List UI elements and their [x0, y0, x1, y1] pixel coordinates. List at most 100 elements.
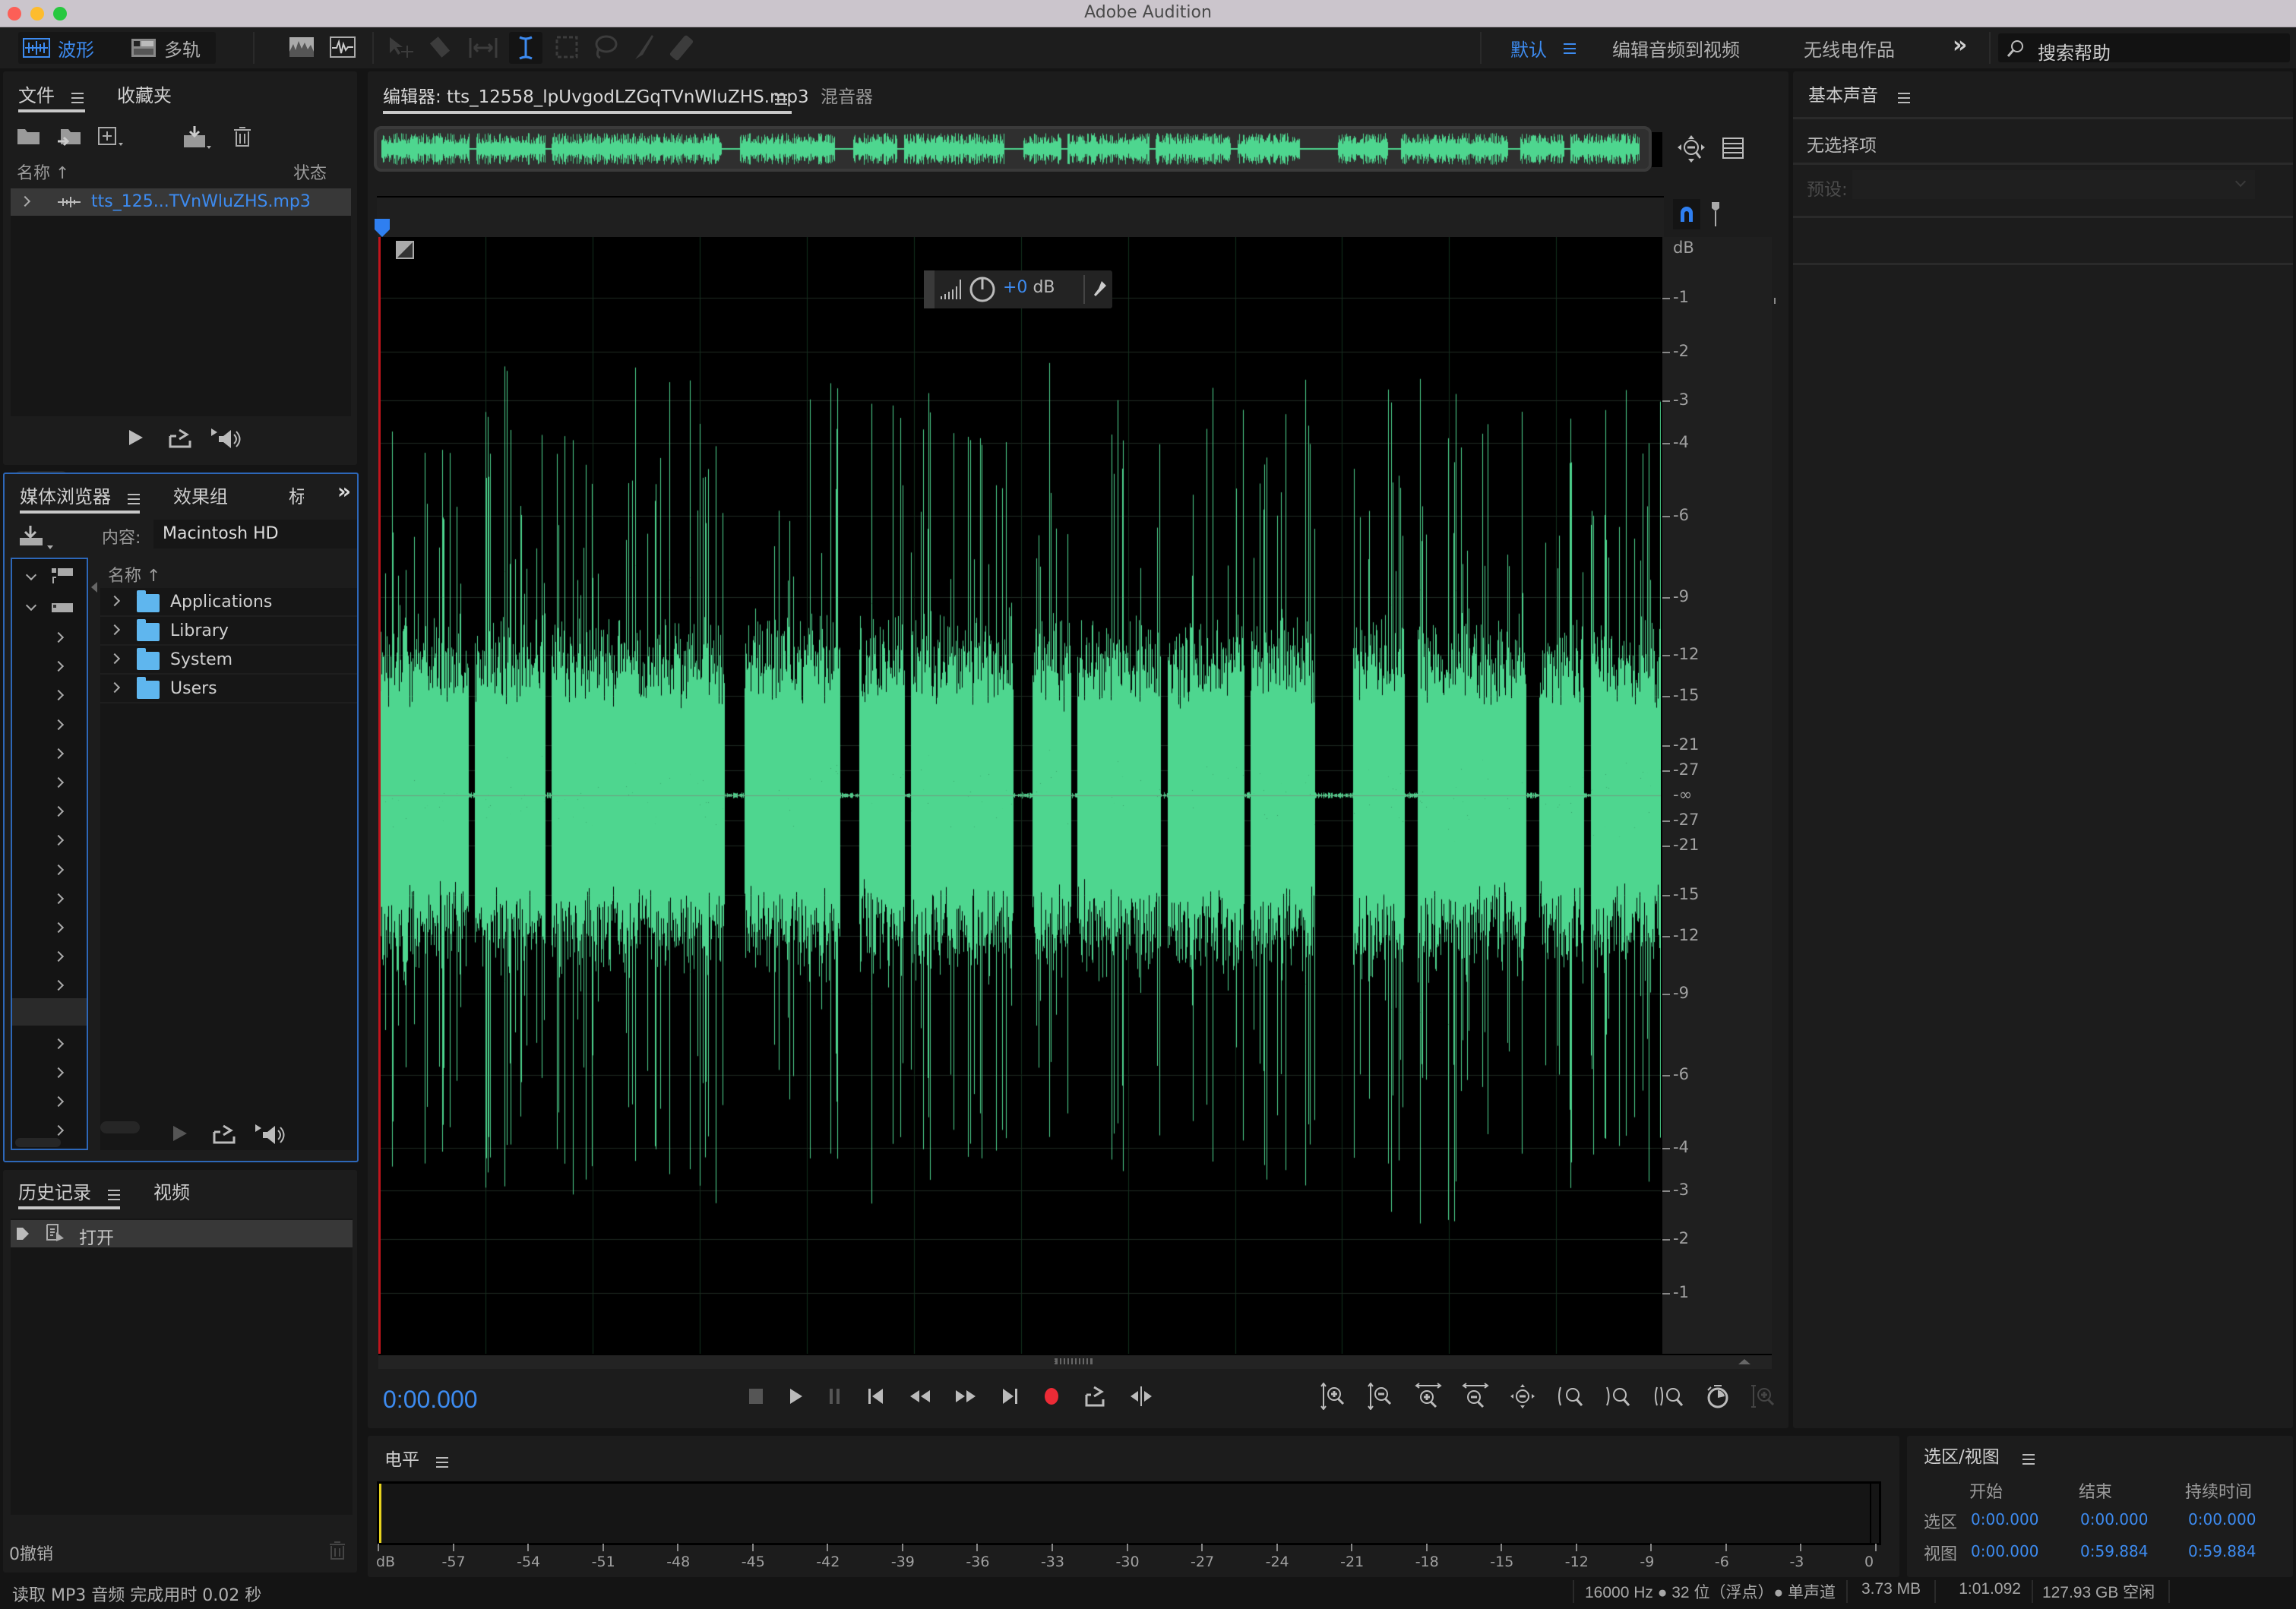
selection-view-menu-icon[interactable] — [2022, 1454, 2035, 1465]
expand-chevron-icon[interactable] — [52, 921, 65, 934]
skip-to-start-icon[interactable] — [866, 1386, 886, 1407]
zoom-out-time-icon[interactable] — [1462, 1383, 1489, 1410]
horizontal-scrollbar[interactable] — [378, 1354, 1772, 1369]
tab-files[interactable]: 文件 — [18, 81, 55, 107]
auto-play-icon[interactable] — [210, 427, 243, 450]
tab-video[interactable]: 视频 — [153, 1178, 190, 1204]
skip-to-end-icon[interactable] — [1000, 1386, 1020, 1407]
zoom-out-full-icon[interactable] — [1509, 1383, 1536, 1410]
media-preview-loop-icon[interactable] — [213, 1123, 237, 1144]
fade-handle-icon[interactable] — [395, 240, 415, 260]
history-menu-icon[interactable] — [108, 1190, 120, 1200]
waveform-mode-button[interactable]: 波形 — [23, 33, 94, 62]
marquee-selection-tool-icon[interactable] — [555, 35, 579, 59]
zoom-to-fit-icon[interactable] — [1676, 134, 1706, 164]
selection-start-field[interactable]: 0:00.000 — [1971, 1510, 2038, 1528]
editor-menu-icon[interactable] — [775, 94, 787, 105]
media-horizontal-scrollbar[interactable] — [100, 1121, 140, 1133]
files-panel-menu-icon[interactable] — [71, 93, 84, 103]
current-time-display[interactable]: 0:00.000 — [383, 1386, 478, 1414]
show-hud-icon[interactable] — [1722, 137, 1744, 160]
media-browser-menu-icon[interactable] — [128, 494, 140, 504]
tab-mixer[interactable]: 混音器 — [821, 82, 873, 108]
gain-value[interactable]: +0 — [1003, 278, 1027, 297]
multitrack-mode-button[interactable]: 多轨 — [131, 33, 201, 62]
expand-chevron-icon[interactable] — [52, 835, 65, 846]
zoom-to-selection-start-icon[interactable] — [1556, 1383, 1585, 1410]
tab-markers[interactable]: 标 — [289, 482, 304, 508]
column-name-header[interactable]: 名称 ↑ — [17, 160, 69, 184]
media-preview-play-icon[interactable] — [172, 1124, 188, 1143]
spectral-frequency-display-icon[interactable] — [289, 36, 315, 58]
expand-chevron-icon[interactable] — [52, 1038, 65, 1049]
loop-playback-icon[interactable] — [1083, 1384, 1106, 1408]
view-duration-field[interactable]: 0:59.884 — [2188, 1542, 2256, 1560]
expand-chevron-icon[interactable] — [52, 806, 65, 817]
levels-menu-icon[interactable] — [436, 1457, 448, 1468]
media-import-icon[interactable] — [18, 524, 55, 550]
expand-chevron-icon[interactable] — [109, 653, 121, 665]
file-list-item[interactable]: tts_125...TVnWluZHS.mp3 — [11, 188, 351, 216]
collapse-tree-arrow-icon[interactable] — [90, 580, 99, 594]
expand-chevron-icon[interactable] — [52, 719, 65, 730]
more-workspaces-button[interactable]: » — [1953, 32, 1967, 58]
expand-chevron-icon[interactable] — [52, 980, 65, 991]
scroll-thumb[interactable] — [1055, 1358, 1093, 1364]
more-panels-button[interactable]: » — [337, 479, 351, 504]
expand-chevron-icon[interactable] — [52, 661, 65, 672]
tab-history[interactable]: 历史记录 — [18, 1178, 91, 1204]
expand-chevron-icon[interactable] — [52, 631, 65, 643]
brush-selection-tool-icon[interactable] — [632, 33, 655, 61]
folder-row-applications[interactable]: Applications — [100, 588, 357, 617]
pin-hud-icon[interactable] — [1091, 280, 1108, 298]
tab-editor[interactable]: 编辑器: tts_12558_lpUvgodLZGqTVnWluZHS.mp3 — [383, 82, 809, 108]
view-end-field[interactable]: 0:59.884 — [2080, 1542, 2148, 1560]
expand-chevron-icon[interactable] — [109, 624, 121, 636]
time-ruler[interactable] — [377, 196, 1664, 237]
tree-selected-row[interactable] — [12, 998, 87, 1026]
zoom-in-amplitude-disabled-icon[interactable] — [1750, 1383, 1778, 1410]
open-file-icon[interactable] — [17, 126, 41, 146]
selection-end-field[interactable]: 0:00.000 — [2080, 1510, 2148, 1528]
add-marker-icon[interactable] — [1709, 201, 1722, 228]
content-location-dropdown[interactable]: Macintosh HD — [153, 520, 357, 548]
pause-icon[interactable] — [827, 1386, 843, 1407]
zoom-in-time-icon[interactable] — [1415, 1383, 1442, 1410]
preview-play-icon[interactable] — [128, 428, 144, 447]
help-search-box[interactable]: 搜索帮助 — [1998, 33, 2290, 64]
expand-chevron-icon[interactable] — [109, 595, 121, 607]
essential-sound-menu-icon[interactable] — [1898, 93, 1910, 103]
spectral-pitch-display-icon[interactable] — [330, 36, 356, 58]
snap-toggle[interactable] — [1673, 199, 1700, 229]
workspace-default[interactable]: 默认 — [1510, 35, 1576, 62]
time-selection-tool-button[interactable] — [509, 32, 542, 64]
new-file-icon[interactable] — [97, 126, 125, 149]
delete-file-icon[interactable] — [232, 126, 252, 147]
collapse-chevron-icon[interactable] — [25, 569, 37, 581]
expand-chevron-icon[interactable] — [52, 893, 65, 904]
expand-chevron-icon[interactable] — [52, 864, 65, 875]
column-status-header[interactable]: 状态 — [293, 160, 327, 184]
skip-silence-icon[interactable] — [1129, 1385, 1153, 1408]
workspace-radio-production[interactable]: 无线电作品 — [1804, 35, 1895, 62]
expand-chevron-icon[interactable] — [52, 1096, 65, 1108]
expand-chevron-icon[interactable] — [109, 681, 121, 694]
insert-into-multitrack-icon[interactable] — [182, 125, 214, 150]
record-icon[interactable] — [1042, 1386, 1061, 1407]
hud-drag-handle[interactable] — [924, 270, 935, 308]
slip-tool-icon[interactable] — [468, 35, 498, 61]
zoom-to-selection-end-icon[interactable] — [1605, 1383, 1633, 1410]
preview-loop-icon[interactable] — [169, 427, 193, 448]
expand-chevron-icon[interactable] — [19, 195, 31, 207]
tab-media-browser[interactable]: 媒体浏览器 — [20, 482, 111, 508]
expand-chevron-icon[interactable] — [52, 1125, 65, 1136]
scroll-up-arrow-icon[interactable] — [1737, 1357, 1752, 1366]
clear-history-icon[interactable] — [328, 1541, 346, 1560]
spot-healing-brush-icon[interactable] — [669, 33, 696, 61]
move-tool-icon[interactable] — [387, 35, 415, 61]
folder-row-system[interactable]: System — [100, 646, 357, 675]
fast-forward-icon[interactable] — [954, 1386, 977, 1407]
gain-knob[interactable] — [968, 275, 997, 304]
workspace-menu-icon[interactable] — [1564, 43, 1576, 54]
preset-dropdown[interactable] — [1852, 170, 2255, 199]
